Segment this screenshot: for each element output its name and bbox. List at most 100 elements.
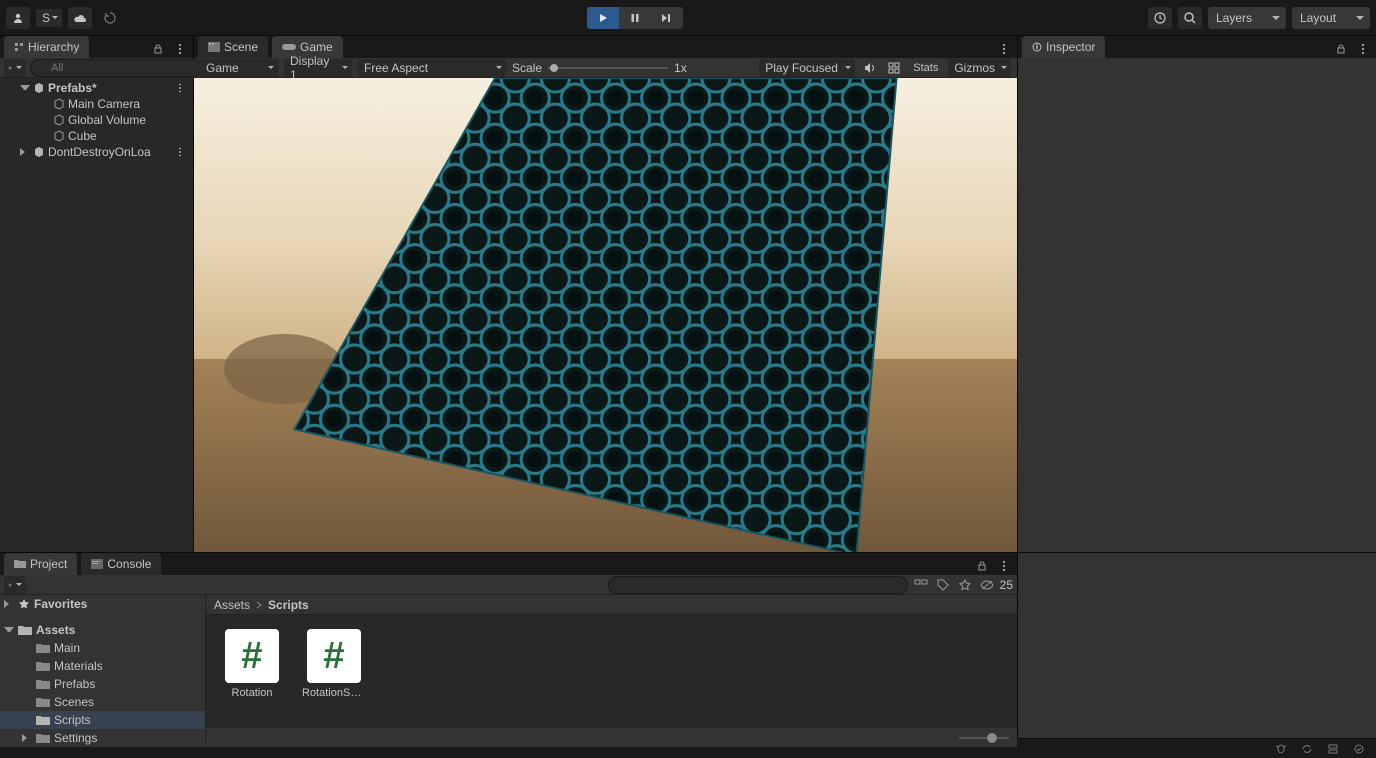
favorites-row[interactable]: Favorites: [0, 595, 205, 613]
context-menu-icon[interactable]: [171, 40, 189, 58]
scene-name: Prefabs*: [48, 81, 97, 95]
game-tab-label: Game: [300, 40, 333, 54]
tab-hierarchy[interactable]: Hierarchy: [4, 36, 89, 58]
global-illum-icon[interactable]: [1350, 740, 1368, 758]
asset-label: RotationScr...: [302, 687, 366, 699]
mute-audio-icon[interactable]: [861, 59, 879, 77]
hierarchy-tree: Prefabs* Main Camera Global Volume Cube: [0, 78, 193, 552]
history-icon[interactable]: [98, 7, 122, 29]
tab-inspector[interactable]: Inspector: [1022, 36, 1105, 58]
scene-menu-icon[interactable]: [171, 143, 189, 161]
tab-scene[interactable]: Scene: [198, 36, 268, 58]
cache-server-icon[interactable]: [1324, 740, 1342, 758]
folder-row[interactable]: Scenes: [0, 693, 205, 711]
folder-row[interactable]: Prefabs: [0, 675, 205, 693]
folder-row[interactable]: Main: [0, 639, 205, 657]
asset-label: Rotation: [220, 687, 284, 699]
play-button[interactable]: [587, 7, 619, 29]
gameobject-row[interactable]: Main Camera: [0, 96, 193, 112]
cloud-button[interactable]: [68, 7, 92, 29]
play-focus-dropdown[interactable]: Play Focused: [759, 59, 855, 77]
scene-icon: [208, 42, 220, 52]
folder-row[interactable]: Settings: [0, 729, 205, 747]
tab-console[interactable]: Console: [81, 553, 161, 575]
console-icon: [91, 559, 103, 569]
cube-outline-icon: [52, 129, 66, 143]
project-search-input[interactable]: [608, 576, 908, 594]
step-button[interactable]: [651, 7, 683, 29]
gameobject-label: Cube: [68, 129, 97, 143]
lock-icon[interactable]: [973, 557, 991, 575]
gizmos-dropdown[interactable]: Gizmos: [948, 59, 1011, 77]
account-button[interactable]: [6, 7, 30, 29]
asset-script[interactable]: # RotationScr...: [302, 629, 366, 699]
project-create-dropdown[interactable]: [4, 576, 26, 594]
aspect-dropdown[interactable]: Free Aspect: [358, 59, 506, 77]
search-by-label-icon[interactable]: [934, 576, 952, 594]
stats-toggle[interactable]: Stats: [909, 59, 942, 77]
folder-icon: [36, 733, 50, 744]
search-by-type-icon[interactable]: [912, 576, 930, 594]
foldout-icon[interactable]: [20, 147, 30, 157]
save-search-icon[interactable]: [956, 576, 974, 594]
foldout-icon[interactable]: [4, 625, 14, 635]
context-menu-icon[interactable]: [1354, 40, 1372, 58]
gameobject-label: Main Camera: [68, 97, 140, 111]
context-menu-icon[interactable]: [995, 557, 1013, 575]
foldout-icon[interactable]: [4, 599, 14, 609]
global-search-button[interactable]: [1178, 7, 1202, 29]
inspector-tab-label: Inspector: [1046, 40, 1095, 54]
gameobject-row[interactable]: Cube: [0, 128, 193, 144]
breadcrumb-item[interactable]: Assets: [214, 598, 250, 612]
lock-icon[interactable]: [1332, 40, 1350, 58]
breadcrumb: Assets Scripts: [206, 595, 1017, 615]
inspector-panel: Inspector: [1018, 36, 1376, 552]
scale-slider[interactable]: [548, 67, 668, 69]
auto-refresh-icon[interactable]: [1298, 740, 1316, 758]
foldout-icon[interactable]: [22, 733, 32, 743]
asset-script[interactable]: # Rotation: [220, 629, 284, 699]
stats-grid-icon[interactable]: [885, 59, 903, 77]
assets-root-row[interactable]: Assets: [0, 621, 205, 639]
project-panel: Project Console 25: [0, 553, 1018, 738]
hierarchy-search-input[interactable]: [30, 59, 202, 77]
folder-row-scripts[interactable]: Scripts: [0, 711, 205, 729]
gamepad-icon: [282, 43, 296, 51]
layout-dropdown[interactable]: Layout: [1292, 7, 1370, 29]
console-tab-label: Console: [107, 557, 151, 571]
csharp-script-icon: #: [225, 629, 279, 683]
hidden-toggle-icon[interactable]: [978, 576, 996, 594]
scale-value: 1x: [674, 61, 687, 75]
assets-label: Assets: [36, 623, 75, 637]
gameobject-row[interactable]: Global Volume: [0, 112, 193, 128]
hidden-count: 25: [1000, 578, 1013, 592]
favorites-label: Favorites: [34, 597, 87, 611]
scene-row[interactable]: Prefabs*: [0, 80, 193, 96]
panel-menu-icon[interactable]: [995, 40, 1013, 58]
folder-icon: [36, 643, 50, 654]
display-dropdown[interactable]: Display 1: [284, 59, 352, 77]
scene-tab-label: Scene: [224, 40, 258, 54]
folder-row[interactable]: Materials: [0, 657, 205, 675]
debug-icon[interactable]: [1272, 740, 1290, 758]
project-tree: Favorites Assets Main Materials Prefabs …: [0, 595, 206, 747]
lock-icon[interactable]: [149, 40, 167, 58]
persistent-scene-row[interactable]: DontDestroyOnLoa: [0, 144, 193, 160]
foldout-icon[interactable]: [20, 83, 30, 93]
hierarchy-tab-label: Hierarchy: [28, 40, 79, 54]
folder-icon: [36, 697, 50, 708]
thumbnail-size-slider[interactable]: [959, 737, 1009, 739]
tab-project[interactable]: Project: [4, 553, 77, 575]
undo-history-button[interactable]: [1148, 7, 1172, 29]
breadcrumb-item[interactable]: Scripts: [268, 598, 309, 612]
scene-menu-icon[interactable]: [171, 79, 189, 97]
csharp-script-icon: #: [307, 629, 361, 683]
hierarchy-create-dropdown[interactable]: [4, 59, 26, 77]
layers-dropdown[interactable]: Layers: [1208, 7, 1286, 29]
unity-icon: [32, 81, 46, 95]
account-dropdown[interactable]: S: [36, 9, 62, 27]
game-viewport: [194, 78, 1017, 552]
pause-button[interactable]: [619, 7, 651, 29]
persistent-label: DontDestroyOnLoa: [48, 145, 151, 159]
game-mode-dropdown[interactable]: Game: [200, 59, 278, 77]
